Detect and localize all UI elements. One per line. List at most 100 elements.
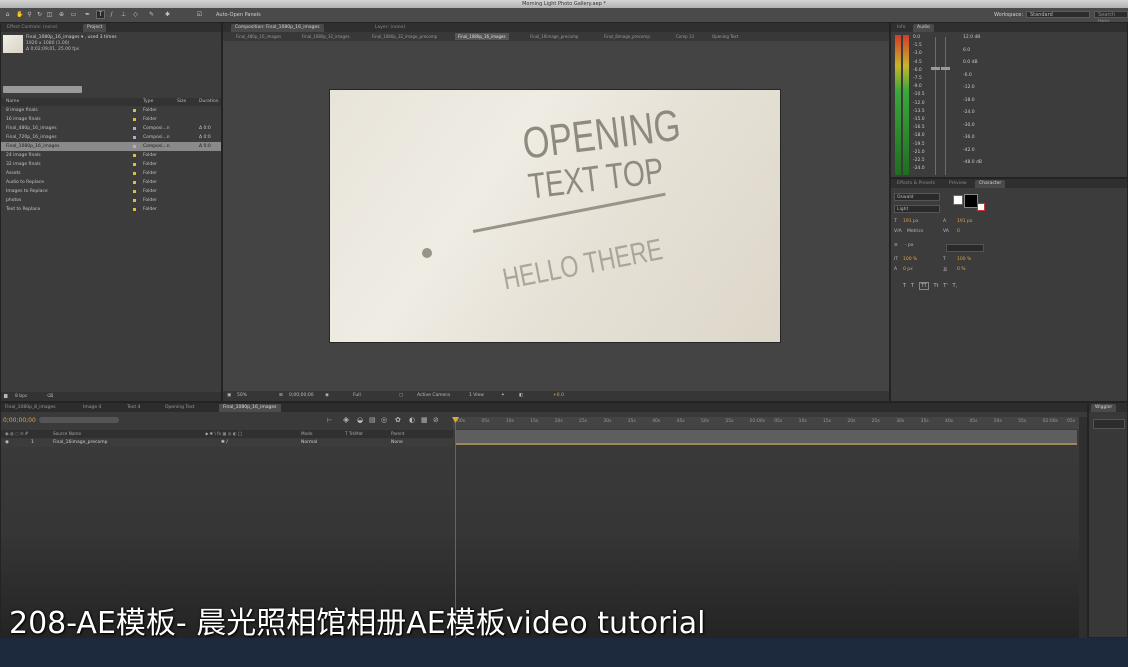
column-mode[interactable]: Mode <box>301 430 312 438</box>
tab-project[interactable]: Project <box>83 24 107 32</box>
home-icon[interactable]: ⌂ <box>4 11 11 18</box>
comp-breadcrumb[interactable]: Final_8image_precomp <box>601 33 653 40</box>
project-item[interactable]: 8 image finals Folder <box>1 106 221 115</box>
label-color-swatch[interactable] <box>133 208 136 211</box>
graph-editor-icon[interactable]: ▦ <box>421 416 428 424</box>
label-color-swatch[interactable] <box>133 181 136 184</box>
faux-bold-button[interactable]: T <box>903 283 906 289</box>
kerning-value[interactable]: Metrics <box>907 229 923 234</box>
fill-color-swatch[interactable] <box>964 194 978 208</box>
active-camera-select[interactable]: Active Camera <box>417 391 450 401</box>
tsume-value[interactable]: 0 % <box>957 267 966 272</box>
tab-layer[interactable]: Layer: (none) <box>371 24 409 32</box>
layer-visibility-icon[interactable]: ◉ <box>5 439 9 447</box>
draft-3d-icon[interactable]: ◈ <box>343 415 349 424</box>
leading-value[interactable]: 191 px <box>957 219 973 224</box>
zoom-select[interactable]: 50% <box>237 391 247 401</box>
audio-slider-track-right[interactable] <box>945 37 946 175</box>
tab-composition[interactable]: Composition: Final_1080p_16_images <box>231 24 324 32</box>
clone-tool-icon[interactable]: ⊥ <box>120 11 127 18</box>
subscript-button[interactable]: T, <box>953 283 958 289</box>
label-color-swatch[interactable] <box>133 136 136 139</box>
baseline-shift-value[interactable]: 0 px <box>903 267 913 272</box>
label-color-swatch[interactable] <box>133 145 136 148</box>
view-layout-select[interactable]: 1 View <box>469 391 484 401</box>
layer-mode[interactable]: Normal <box>301 439 317 447</box>
hand-tool-icon[interactable]: ✋ <box>16 11 23 18</box>
project-item[interactable]: Audio to Replace Folder <box>1 178 221 187</box>
tab-preview[interactable]: Preview <box>945 180 971 188</box>
eraser-tool-icon[interactable]: ◇ <box>132 11 139 18</box>
superscript-button[interactable]: T' <box>943 283 947 289</box>
label-color-swatch[interactable] <box>133 154 136 157</box>
type-tool-icon[interactable]: T <box>96 10 105 19</box>
label-color-swatch[interactable] <box>133 118 136 121</box>
snapshot-icon[interactable]: ▣ <box>227 391 231 401</box>
label-color-swatch[interactable] <box>133 163 136 166</box>
puppet-tool-icon[interactable]: ✱ <box>164 11 171 18</box>
comp-breadcrumb[interactable]: Final_480p_16_images <box>233 33 284 40</box>
horizontal-scale-value[interactable]: 100 % <box>957 257 971 262</box>
timeline-tab[interactable]: Text 4 <box>123 404 144 412</box>
project-item[interactable]: Text to Replace Folder <box>1 205 221 214</box>
checkbox-icon[interactable]: ☑ <box>196 11 203 18</box>
timeline-timecode[interactable]: 0;00;00;00 <box>3 417 36 424</box>
font-style-select[interactable]: Light <box>894 205 940 213</box>
comp-breadcrumb[interactable]: Final_1080p_32_images <box>299 33 353 40</box>
project-item[interactable]: Final_720p_16_images Composi...n Δ 0:0 <box>1 133 221 142</box>
brush-tool-icon[interactable]: / <box>108 11 115 18</box>
brainstorm-icon[interactable]: ✿ <box>395 416 401 424</box>
no-color-swatch[interactable] <box>977 203 985 211</box>
audio-slider-thumb-left[interactable] <box>931 67 940 70</box>
label-color-swatch[interactable] <box>133 127 136 130</box>
timeline-tab[interactable]: Final_1080p_8_images <box>1 404 60 412</box>
timeline-tab[interactable]: Final_1080p_16_images <box>219 404 281 412</box>
column-trkmat[interactable]: T TrkMat <box>345 430 363 438</box>
column-duration[interactable]: Duration <box>199 98 219 106</box>
tab-effects-presets[interactable]: Effects & Presets <box>893 180 939 188</box>
label-color-swatch[interactable] <box>133 109 136 112</box>
folder-icon[interactable]: ▆ <box>4 392 7 401</box>
workspace-select[interactable]: Standard <box>1026 11 1090 18</box>
auto-open-panels-label[interactable]: Auto-Open Panels <box>216 12 261 18</box>
project-item[interactable]: photos Folder <box>1 196 221 205</box>
zoom-timeline-icon[interactable]: ⊘ <box>433 416 439 424</box>
font-size-value[interactable]: 191 px <box>903 219 919 224</box>
mask-tool-icon[interactable]: ▭ <box>70 11 77 18</box>
layer-search-input[interactable] <box>39 417 119 423</box>
project-item[interactable]: Assets Folder <box>1 169 221 178</box>
auto-keyframe-icon[interactable]: ◐ <box>409 416 415 424</box>
layer-duration-bar[interactable] <box>455 430 1077 445</box>
column-name[interactable]: Name <box>6 98 19 106</box>
project-item[interactable]: 24 image finals Folder <box>1 151 221 160</box>
camera-tool-icon[interactable]: ◫ <box>46 11 53 18</box>
stroke-type-select[interactable] <box>946 244 984 252</box>
audio-slider-thumb-right[interactable] <box>941 67 950 70</box>
column-parent[interactable]: Parent <box>391 430 404 438</box>
roto-tool-icon[interactable]: ✎ <box>148 11 155 18</box>
small-caps-button[interactable]: Tt <box>934 283 939 289</box>
layer-row[interactable]: ◉ 1 Final_16image_precomp ✱ / Normal Non… <box>1 439 453 447</box>
faux-italic-button[interactable]: T <box>911 283 914 289</box>
stroke-width-value[interactable]: - px <box>905 243 914 248</box>
timecode-display[interactable]: 0;00;00;00 <box>289 391 314 401</box>
timeline-tab[interactable]: Opening Text <box>161 404 199 412</box>
roi-icon[interactable]: ▢ <box>399 391 403 401</box>
pan-behind-tool-icon[interactable]: ⊕ <box>58 11 65 18</box>
camera-snap-icon[interactable]: ◉ <box>325 391 329 401</box>
audio-slider-track-left[interactable] <box>935 37 936 175</box>
fast-preview-icon[interactable]: ✦ <box>501 391 505 401</box>
frame-blending-icon[interactable]: ▤ <box>369 416 376 424</box>
grid-icon[interactable]: ⊞ <box>279 391 283 401</box>
layer-parent[interactable]: None <box>391 439 403 447</box>
all-caps-button[interactable]: TT <box>918 282 929 290</box>
label-color-swatch[interactable] <box>133 190 136 193</box>
bpc-label[interactable]: 8 bpc <box>15 392 27 401</box>
column-size[interactable]: Size <box>177 98 186 106</box>
column-source-name[interactable]: Source Name <box>53 430 81 438</box>
comp-breadcrumb[interactable]: Final_1080p_16_images <box>455 33 509 40</box>
resolution-select[interactable]: Full <box>353 391 361 401</box>
comp-mini-flowchart-icon[interactable]: ⊢ <box>327 417 332 424</box>
project-item[interactable]: Final_480p_16_images Composi...n Δ 0:0 <box>1 124 221 133</box>
project-item[interactable]: 32 image finals Folder <box>1 160 221 169</box>
